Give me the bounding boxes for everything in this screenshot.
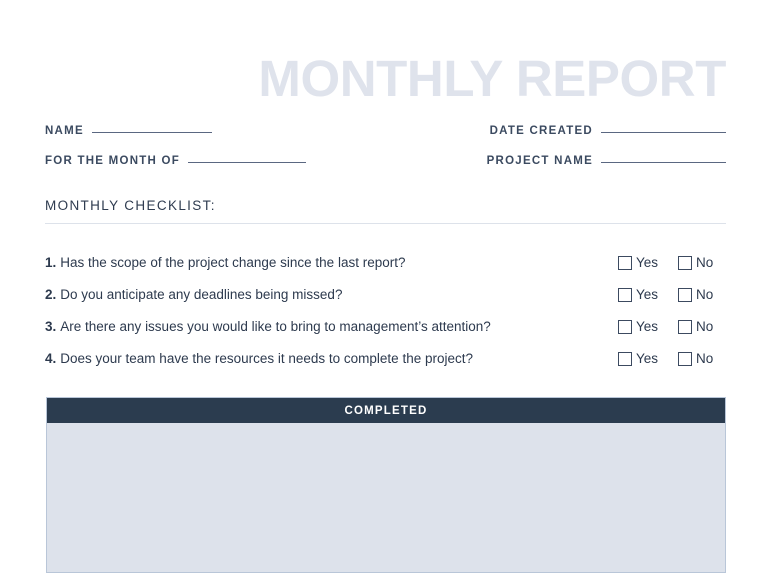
monthly-report-document: MONTHLY REPORT NAME DATE CREATED FOR THE…	[0, 0, 768, 582]
section-divider	[45, 223, 726, 224]
no-label: No	[696, 287, 714, 302]
checklist-item: 1. Has the scope of the project change s…	[45, 250, 726, 275]
no-label: No	[696, 351, 714, 366]
no-checkbox[interactable]	[678, 319, 692, 334]
no-checkbox[interactable]	[678, 287, 692, 302]
checklist-heading: MONTHLY CHECKLIST:	[45, 198, 216, 213]
project-name-field-input-line[interactable]	[601, 161, 726, 163]
project-name-field-label: PROJECT NAME	[486, 155, 593, 167]
no-checkbox[interactable]	[678, 351, 692, 366]
completed-section-textarea[interactable]	[47, 423, 725, 572]
checklist-item-answers: Yes No	[618, 255, 726, 270]
no-option[interactable]: No	[678, 287, 726, 302]
no-label: No	[696, 319, 714, 334]
date-created-field-label: DATE CREATED	[489, 125, 593, 137]
checklist: 1. Has the scope of the project change s…	[45, 250, 726, 378]
for-the-month-of-field-input-line[interactable]	[188, 161, 306, 163]
yes-option[interactable]: Yes	[618, 287, 678, 302]
checklist-item-answers: Yes No	[618, 287, 726, 302]
name-field-input-line[interactable]	[91, 131, 212, 133]
yes-label: Yes	[636, 287, 659, 302]
checklist-item-question: Do you anticipate any deadlines being mi…	[60, 287, 343, 302]
checklist-item-number: 1.	[45, 255, 57, 270]
yes-option[interactable]: Yes	[618, 319, 678, 334]
yes-checkbox[interactable]	[618, 255, 632, 270]
checklist-item: 2. Do you anticipate any deadlines being…	[45, 282, 726, 307]
checklist-item-question: Does your team have the resources it nee…	[60, 351, 473, 366]
yes-option[interactable]: Yes	[618, 351, 678, 366]
completed-section: COMPLETED	[46, 397, 726, 573]
yes-label: Yes	[636, 351, 659, 366]
page-title: MONTHLY REPORT	[258, 50, 726, 107]
date-created-field: DATE CREATED	[490, 125, 726, 137]
no-option[interactable]: No	[678, 351, 726, 366]
checklist-item-question: Are there any issues you would like to b…	[60, 319, 491, 334]
for-the-month-of-field-label: FOR THE MONTH OF	[45, 155, 180, 167]
checklist-item-question: Has the scope of the project change sinc…	[60, 255, 406, 270]
no-option[interactable]: No	[678, 319, 726, 334]
header-fields: NAME DATE CREATED FOR THE MONTH OF PROJE…	[45, 118, 726, 174]
checklist-item: 3. Are there any issues you would like t…	[45, 314, 726, 339]
header-field-row: FOR THE MONTH OF PROJECT NAME	[45, 148, 726, 174]
checklist-item: 4. Does your team have the resources it …	[45, 346, 726, 371]
no-checkbox[interactable]	[678, 255, 692, 270]
date-created-field-input-line[interactable]	[601, 131, 726, 133]
header-field-row: NAME DATE CREATED	[45, 118, 726, 144]
yes-label: Yes	[636, 255, 659, 270]
checklist-item-answers: Yes No	[618, 319, 726, 334]
completed-section-header-label: COMPLETED	[344, 404, 428, 417]
completed-section-header: COMPLETED	[47, 398, 725, 423]
for-the-month-of-field: FOR THE MONTH OF	[45, 155, 306, 167]
checklist-item-number: 4.	[45, 351, 57, 366]
yes-checkbox[interactable]	[618, 319, 632, 334]
checklist-item-number: 3.	[45, 319, 57, 334]
name-field: NAME	[45, 125, 212, 137]
no-label: No	[696, 255, 714, 270]
checklist-item-answers: Yes No	[618, 351, 726, 366]
yes-checkbox[interactable]	[618, 351, 632, 366]
yes-checkbox[interactable]	[618, 287, 632, 302]
name-field-label: NAME	[45, 125, 84, 137]
yes-option[interactable]: Yes	[618, 255, 678, 270]
project-name-field: PROJECT NAME	[487, 155, 726, 167]
no-option[interactable]: No	[678, 255, 726, 270]
yes-label: Yes	[636, 319, 659, 334]
checklist-item-number: 2.	[45, 287, 57, 302]
